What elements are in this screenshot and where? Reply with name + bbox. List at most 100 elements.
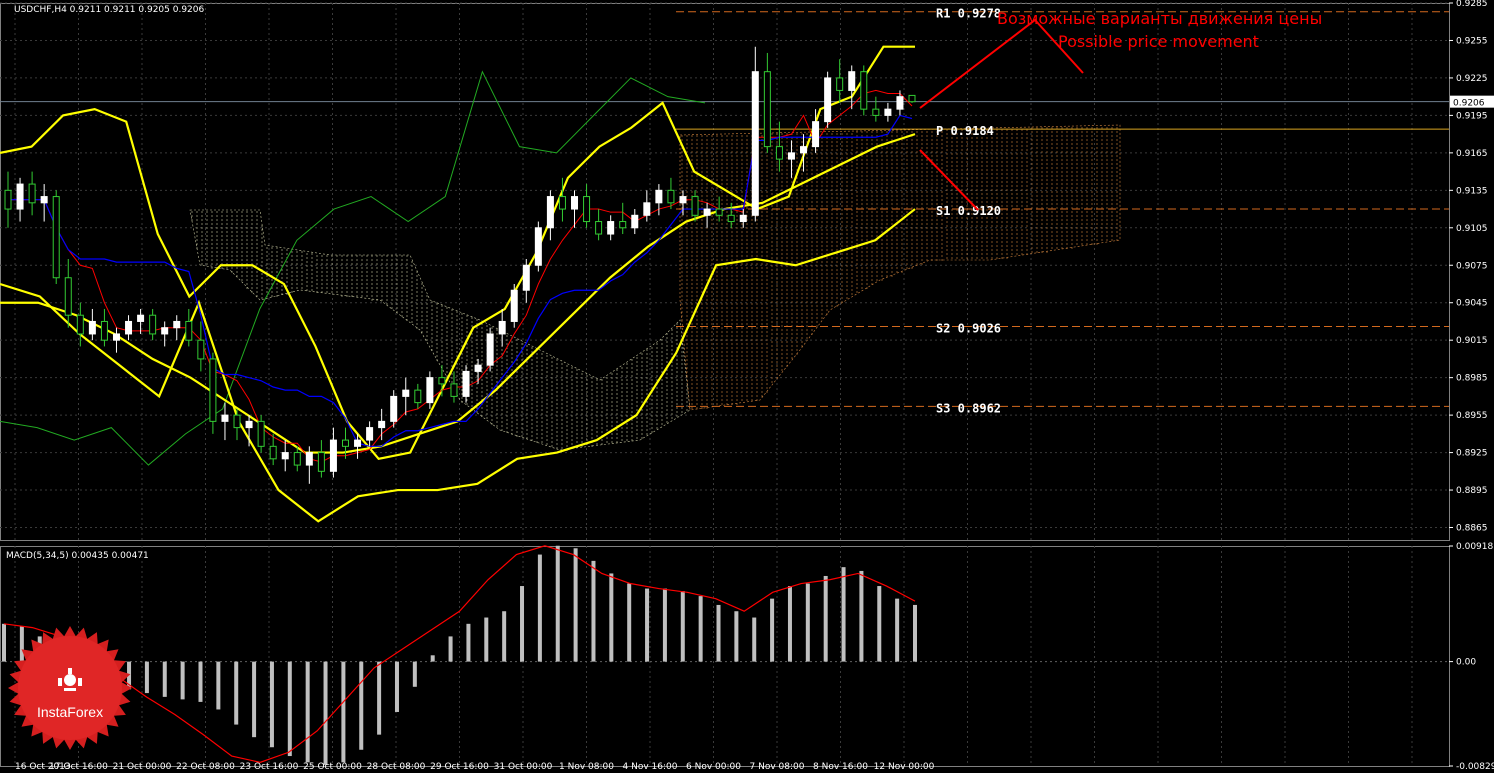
candle-body [52,196,60,279]
x-tick-label: 6 Nov 00:00 [686,762,741,772]
candle-body [908,94,916,103]
candle-body [498,320,506,335]
chart-background [0,0,1494,773]
macd-histogram-bar [913,604,917,662]
candle-body [161,327,169,335]
candle-body [4,189,12,210]
candle-body [860,71,868,110]
candle-body [836,77,844,91]
y-tick-label: 0.9045 [1456,299,1488,309]
y-tick-label: 0.9135 [1456,186,1488,196]
candle-body [474,364,482,372]
x-tick-label: 17 Oct 16:00 [49,762,108,772]
candle-body [414,389,422,404]
y-tick-label: 0.9105 [1456,224,1488,234]
macd-histogram-bar [877,586,882,662]
y-tick-label: 0.8895 [1456,486,1488,496]
macd-histogram-bar [305,661,310,763]
pivot-level-label: S1 0.9120 [936,204,1001,218]
candle-body [522,264,530,291]
candle-body [896,96,904,110]
candle-body [679,196,687,204]
candle-body [571,196,579,210]
y-tick-label: 0.8985 [1456,374,1488,384]
candle-body [800,146,808,154]
annotation-line-en: Possible price movement [1058,32,1259,51]
macd-histogram-bar [680,591,685,662]
pivot-level-label: S2 0.9026 [936,321,1001,335]
macd-histogram-bar [895,598,900,662]
candle-body [281,452,289,460]
logo-text: InstaForex [37,704,103,720]
macd-header: MACD(5,34,5) 0.00435 0.00471 [6,551,149,561]
macd-histogram-bar [466,623,471,662]
macd-histogram-bar [859,570,864,662]
pivot-level-label: P 0.9184 [936,124,994,138]
candle-body [667,189,675,204]
candle-body [100,320,108,341]
x-tick-label: 21 Oct 00:00 [113,762,172,772]
macd-histogram-bar [162,661,167,697]
candle-body [233,414,241,429]
candle-body [293,452,301,466]
candle-body [354,439,362,447]
candle-body [510,289,518,322]
macd-histogram-bar [269,661,274,748]
macd-histogram-bar [770,598,775,662]
y-tick-label: 0.8865 [1456,524,1488,534]
candle-body [390,395,398,422]
candle-body [775,146,783,160]
macd-histogram-bar [591,560,596,662]
y-tick-label: 0.8955 [1456,411,1488,421]
candle-body [643,202,651,216]
candle-body [607,221,615,235]
pivot-level-label: S3 0.8962 [936,401,1001,415]
candle-body [125,320,133,335]
macd-histogram-bar [198,661,203,702]
macd-histogram-bar [734,611,739,662]
y-tick-label: 0.9255 [1456,36,1488,46]
candle-body [619,221,627,229]
x-tick-label: 22 Oct 08:00 [176,762,235,772]
x-tick-label: 7 Nov 08:00 [750,762,805,772]
x-tick-label: 25 Oct 00:00 [303,762,362,772]
y-tick-label: 0.9165 [1456,149,1488,159]
macd-histogram-bar [216,661,221,710]
candle-body [558,196,566,210]
macd-histogram-bar [2,623,6,662]
macd-histogram-bar [341,661,346,763]
candle-body [631,214,639,229]
y-tick-label: 0.9225 [1456,74,1488,84]
macd-histogram-bar [144,661,149,694]
candle-body [426,377,434,404]
candle-body [76,314,84,335]
candle-body [197,339,205,360]
annotation-line-ru: Возможные варианты движения цены [997,9,1322,28]
macd-histogram-bar [627,583,632,662]
macd-histogram-bar [823,575,828,662]
candle-body [341,439,349,447]
symbol-header: USDCHF,H4 0.9211 0.9211 0.9205 0.9206 [14,5,204,15]
chart-canvas: R1 0.9278 P 0.9184 S1 0.9120 S2 0.9026 S3 0.… [0,0,1494,773]
candle-body [366,427,374,441]
x-tick-label: 8 Nov 16:00 [813,762,868,772]
macd-histogram-bar [252,661,257,738]
candle-body [812,121,820,148]
x-tick-label: 4 Nov 16:00 [623,762,678,772]
candle-body [317,452,325,472]
macd-histogram-bar [412,661,417,687]
candle-body [64,277,72,316]
macd-y-tick-label: -0.00829 [1456,762,1494,772]
candle-body [438,377,446,385]
candle-body [269,445,277,460]
candle-body [221,414,229,422]
candle-body [534,227,542,266]
candle-body [763,71,771,148]
macd-histogram-bar [841,567,846,662]
macd-histogram-bar [537,554,542,662]
candle-body [727,214,735,223]
candle-body [595,221,603,235]
macd-histogram-bar [377,661,382,735]
x-tick-label: 1 Nov 08:00 [559,762,614,772]
macd-histogram-bar [502,611,507,662]
